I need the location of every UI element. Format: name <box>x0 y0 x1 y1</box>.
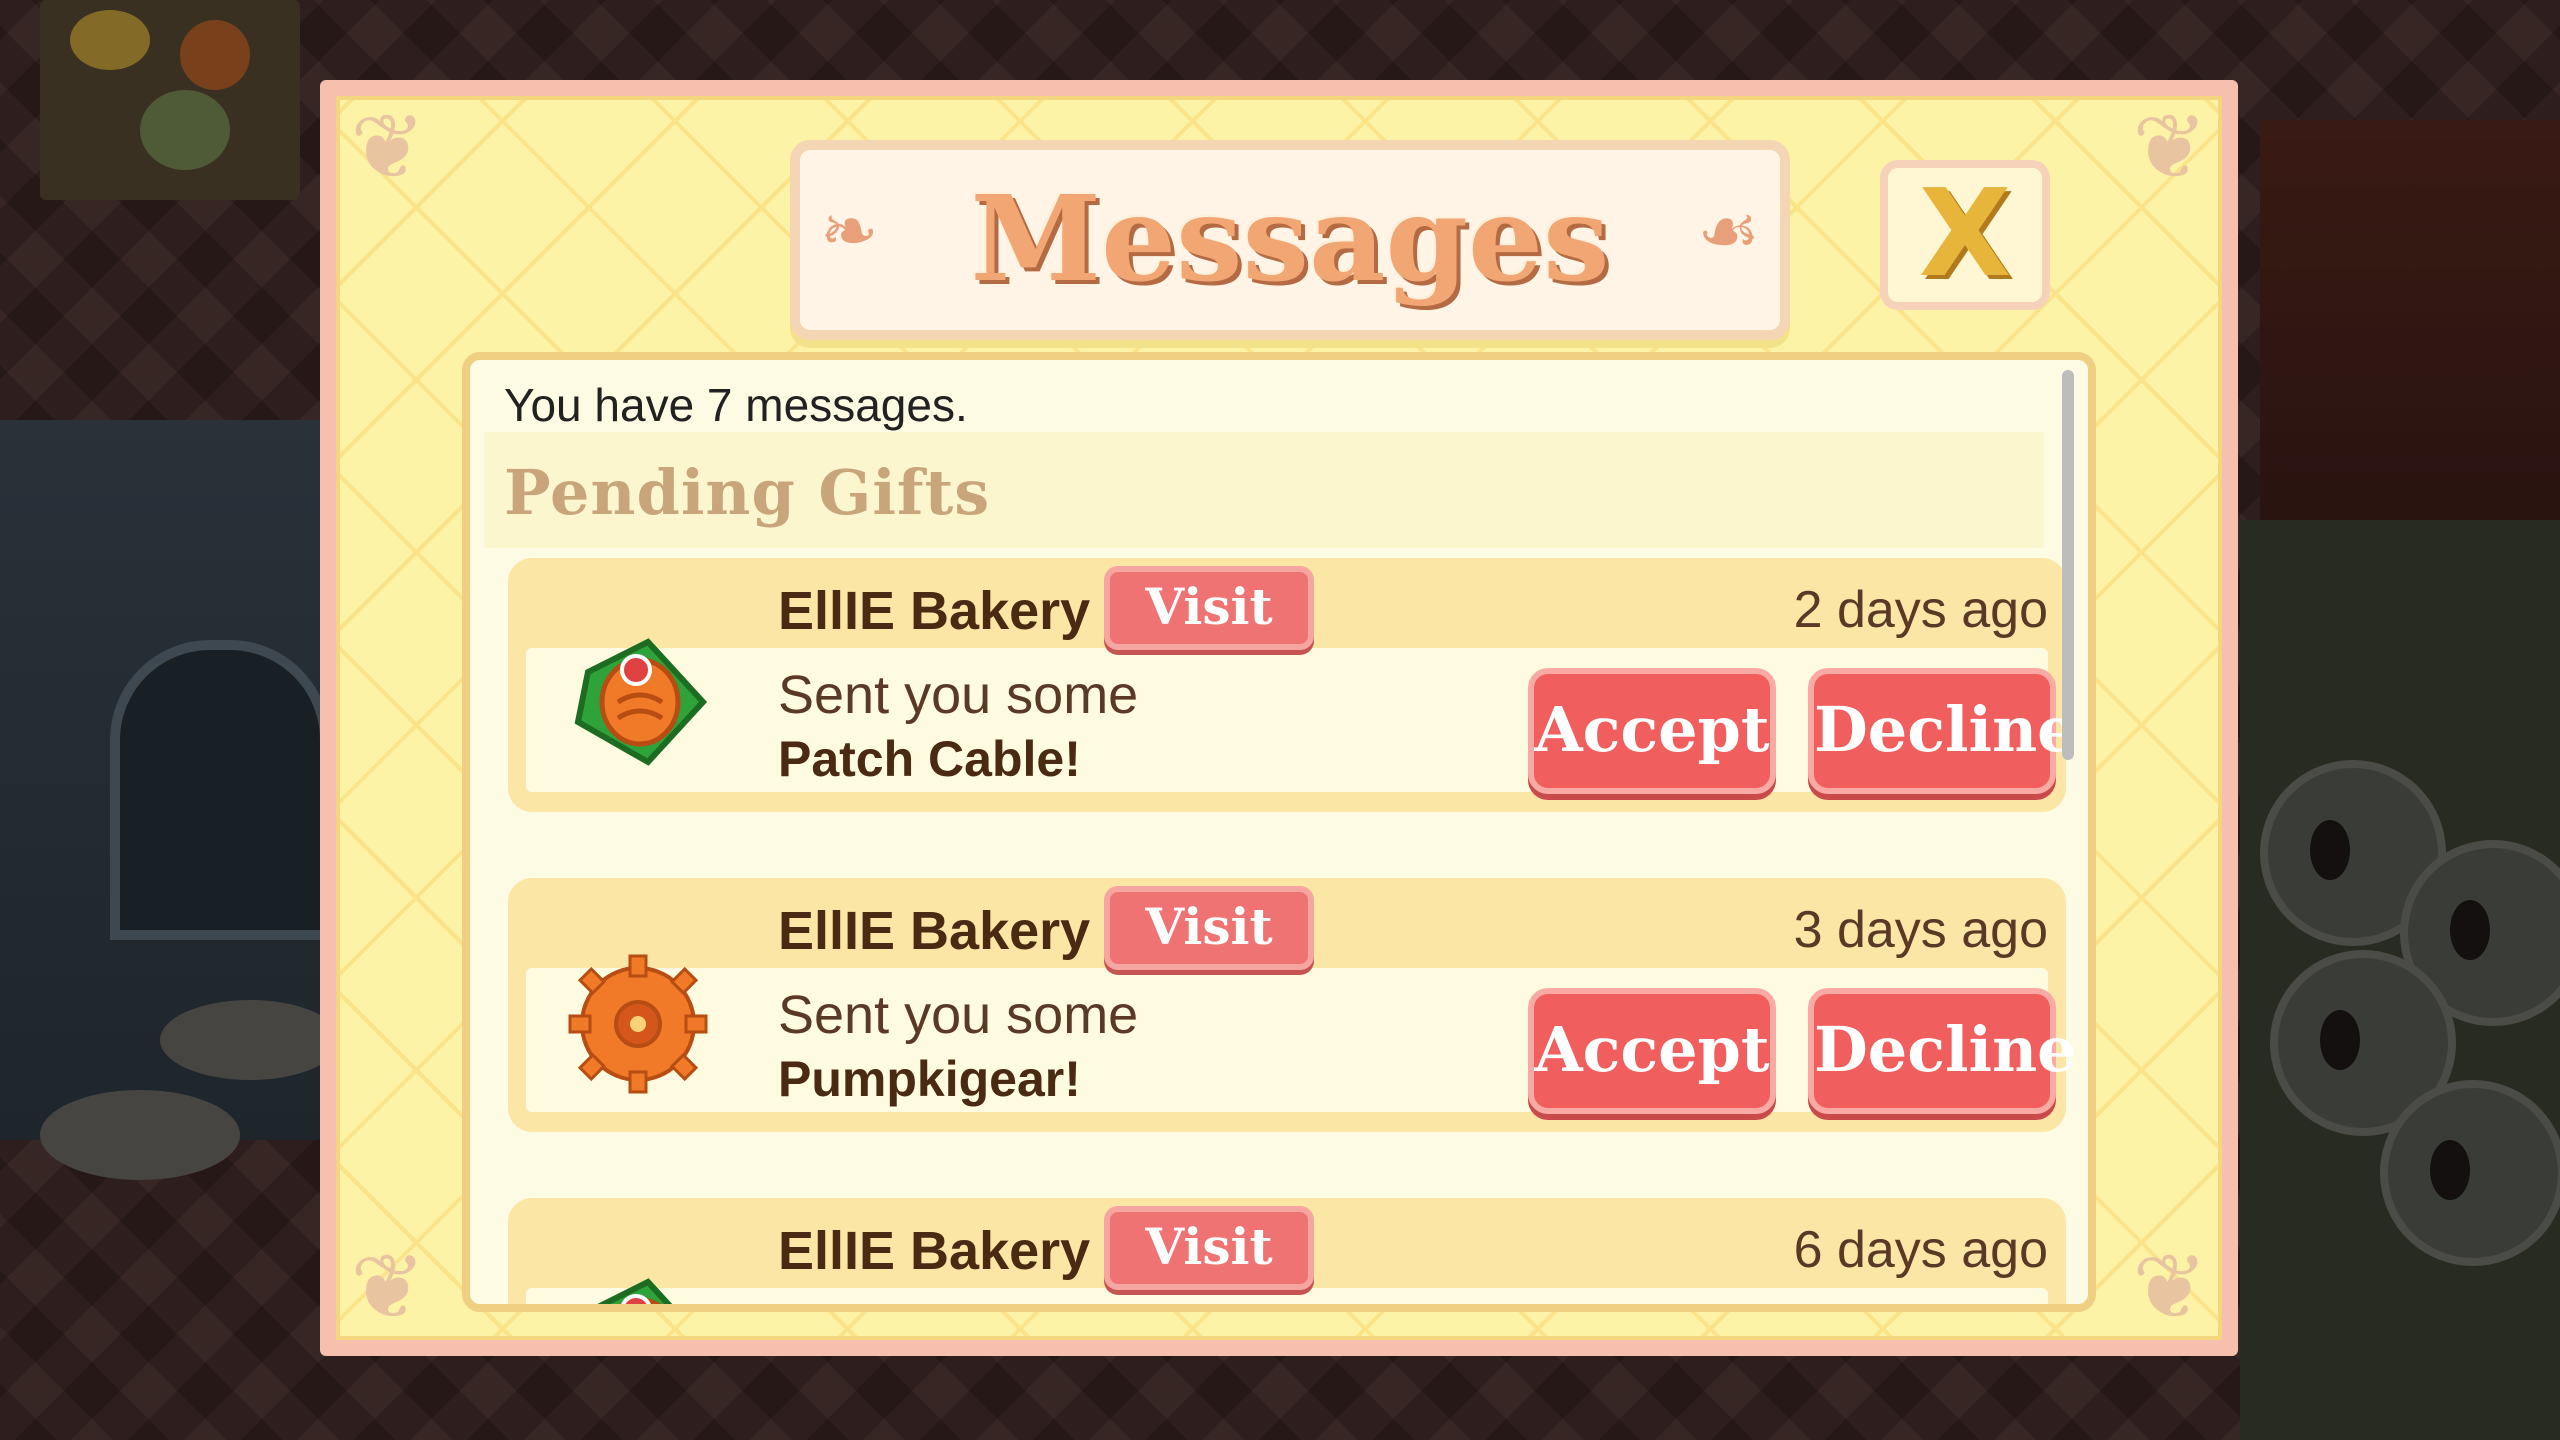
timestamp: 6 days ago <box>1793 1221 2048 1279</box>
sender-name: EllIE Bakery <box>778 581 1091 641</box>
patch-cable-icon <box>574 638 708 766</box>
gift-card: EllIE Bakery Visit 3 days ago Sent you s… <box>508 878 2077 1132</box>
section-title: Pending Gifts <box>504 456 991 529</box>
timestamp: 3 days ago <box>1793 901 2048 959</box>
corner-ornament-icon: ❦ <box>2132 1235 2208 1340</box>
patch-cable-icon <box>597 1278 673 1304</box>
timestamp: 2 days ago <box>1793 581 2048 639</box>
gift-card-body <box>526 1288 2048 1304</box>
accept-button[interactable]: Accept <box>1528 668 1776 794</box>
visit-button[interactable]: Visit <box>1104 886 1314 970</box>
visit-button[interactable]: Visit <box>1104 1206 1314 1290</box>
message-list[interactable]: You have 7 messages. Pending Gifts EllIE… <box>462 352 2096 1312</box>
message-count: You have 7 messages. <box>504 379 968 431</box>
close-icon: X <box>1918 165 2012 304</box>
title-plaque: ❧ Messages ☙ <box>790 140 1790 340</box>
gift-card: EllIE Bakery Visit 2 days ago Sent you s… <box>508 558 2077 812</box>
decline-button[interactable]: Decline <box>1808 988 2077 1114</box>
gift-message: Sent you some <box>778 985 1139 1045</box>
close-button[interactable]: X <box>1880 160 2050 310</box>
pumpkin-gear-icon <box>568 954 708 1094</box>
accept-button[interactable]: Accept <box>1528 988 1776 1114</box>
flourish-icon: ☙ <box>1697 190 1760 272</box>
messages-dialog: ❦ ❦ ❦ ❦ ❧ Messages ☙ X You have 7 messag… <box>320 80 2238 1356</box>
corner-ornament-icon: ❦ <box>350 1235 426 1340</box>
gift-card: EllIE Bakery Visit 6 days ago <box>508 1198 2066 1304</box>
section-header: Pending Gifts <box>484 432 2044 548</box>
corner-ornament-icon: ❦ <box>2132 95 2208 200</box>
decline-button[interactable]: Decline <box>1808 668 2077 794</box>
gift-item-name: Patch Cable! <box>778 731 1081 787</box>
sender-name: EllIE Bakery <box>778 1221 1091 1281</box>
dialog-title: Messages <box>970 169 1610 308</box>
gift-item-name: Pumpkigear! <box>778 1051 1081 1107</box>
scrollbar[interactable] <box>2062 370 2074 760</box>
gift-message: Sent you some <box>778 665 1139 725</box>
sender-name: EllIE Bakery <box>778 901 1091 961</box>
visit-button[interactable]: Visit <box>1104 566 1314 650</box>
corner-ornament-icon: ❦ <box>350 95 426 200</box>
